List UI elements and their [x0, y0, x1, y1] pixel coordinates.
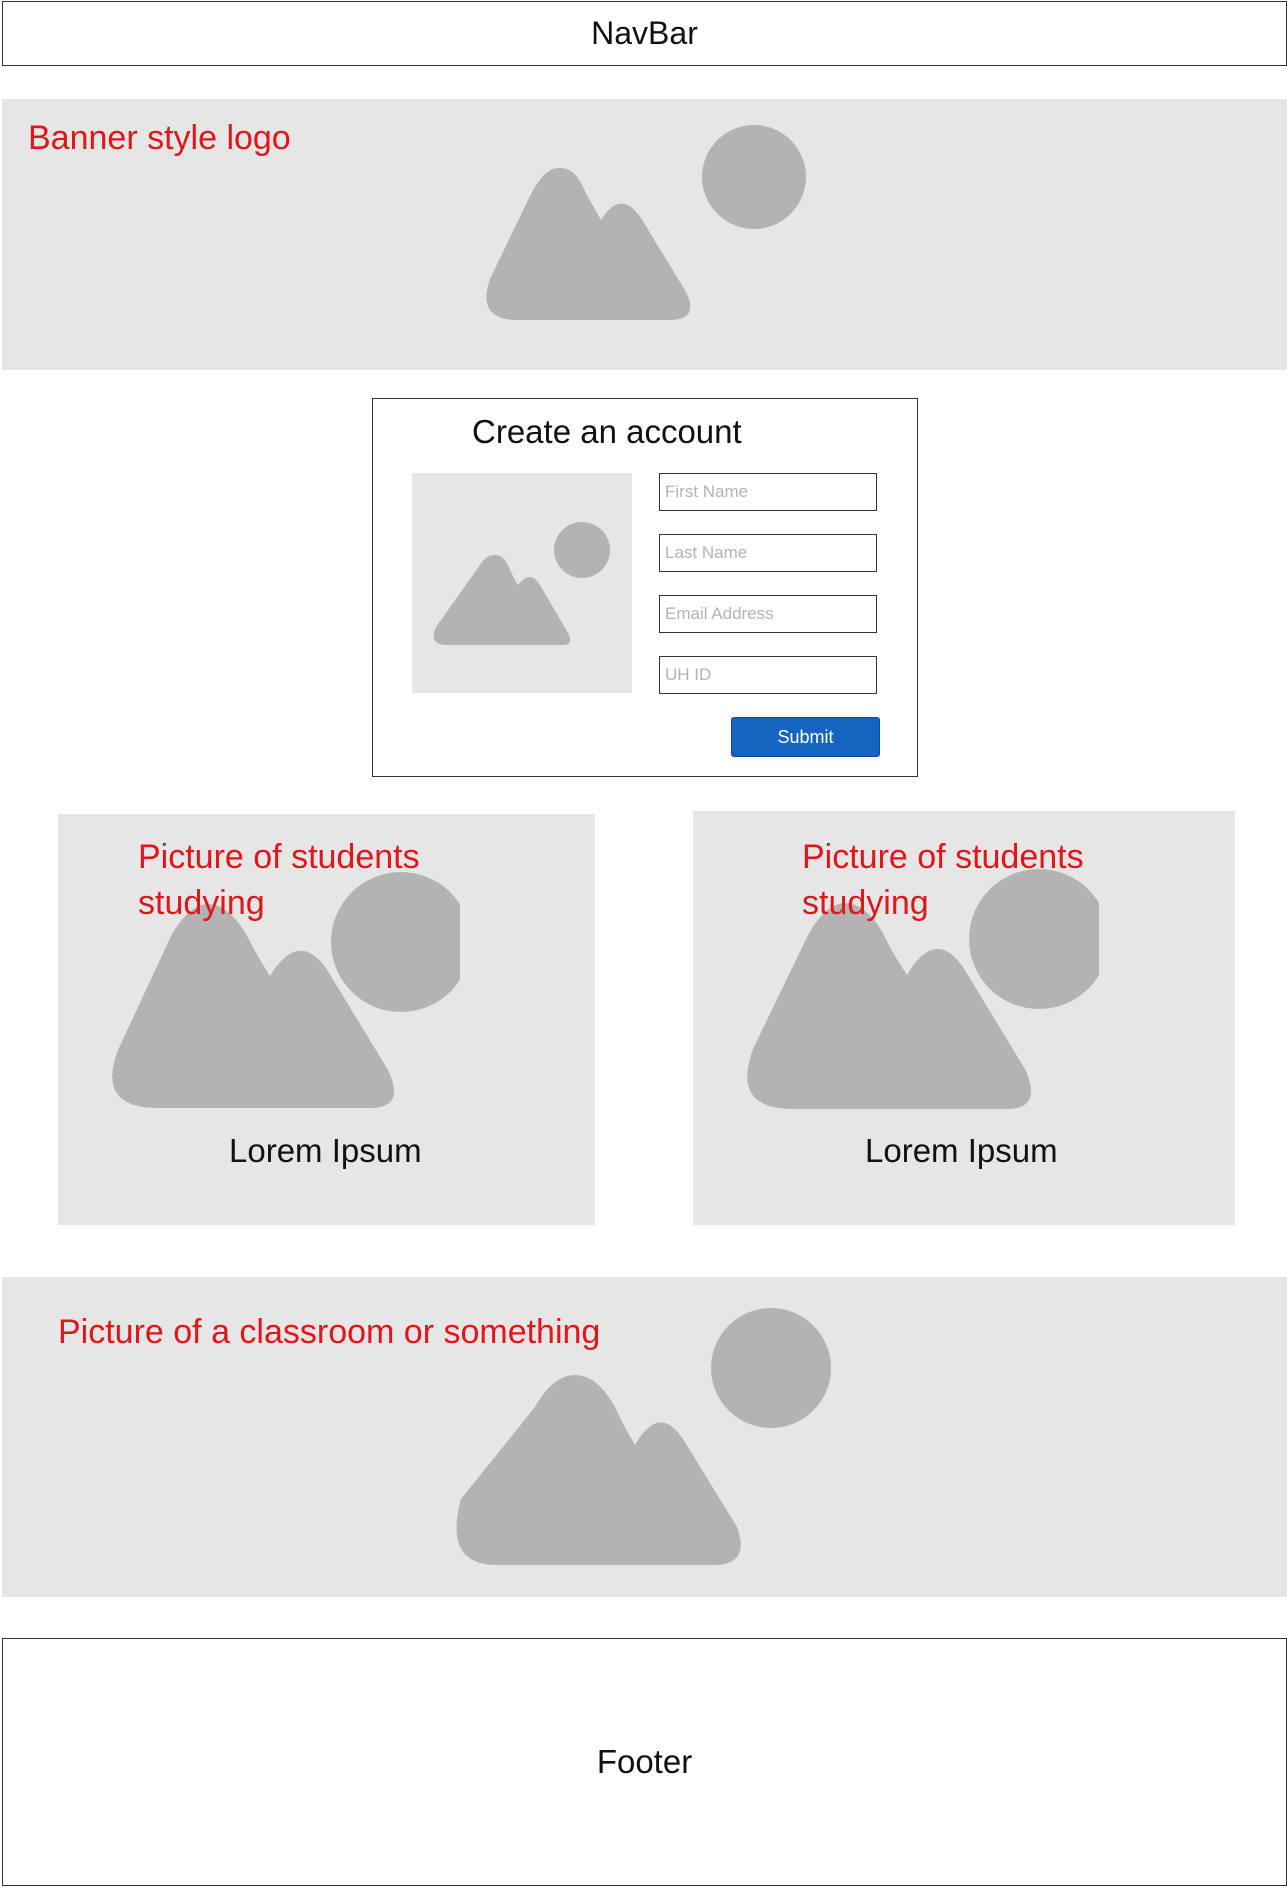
banner-label: Banner style logo [28, 119, 291, 157]
image-placeholder-icon [486, 125, 806, 320]
students-label: Picture of students studying [138, 838, 420, 922]
image-placeholder-icon [433, 522, 610, 645]
email-field[interactable] [659, 595, 877, 633]
students-caption: Lorem Ipsum [229, 1132, 422, 1169]
students-caption: Lorem Ipsum [865, 1132, 1058, 1169]
classroom-image-placeholder: Picture of a classroom or something [2, 1277, 1287, 1597]
image-placeholder-icon [456, 1308, 831, 1565]
students-image-placeholder: Picture of students studying Lorem Ipsum [58, 814, 595, 1225]
students-label: Picture of students studying [802, 838, 1084, 922]
banner-logo-placeholder: Banner style logo [2, 99, 1287, 370]
footer: Footer [2, 1638, 1287, 1886]
last-name-field[interactable] [659, 534, 877, 572]
navbar: NavBar [2, 1, 1287, 66]
navbar-label: NavBar [591, 15, 698, 51]
students-image-placeholder: Picture of students studying Lorem Ipsum [693, 811, 1235, 1225]
uh-id-field[interactable] [659, 656, 877, 694]
submit-button[interactable]: Submit [731, 717, 880, 757]
signup-form-card: Create an account Submit [372, 398, 918, 777]
signup-image-placeholder [412, 473, 632, 693]
first-name-field[interactable] [659, 473, 877, 511]
signup-title: Create an account [472, 413, 742, 450]
footer-label: Footer [596, 1743, 693, 1780]
